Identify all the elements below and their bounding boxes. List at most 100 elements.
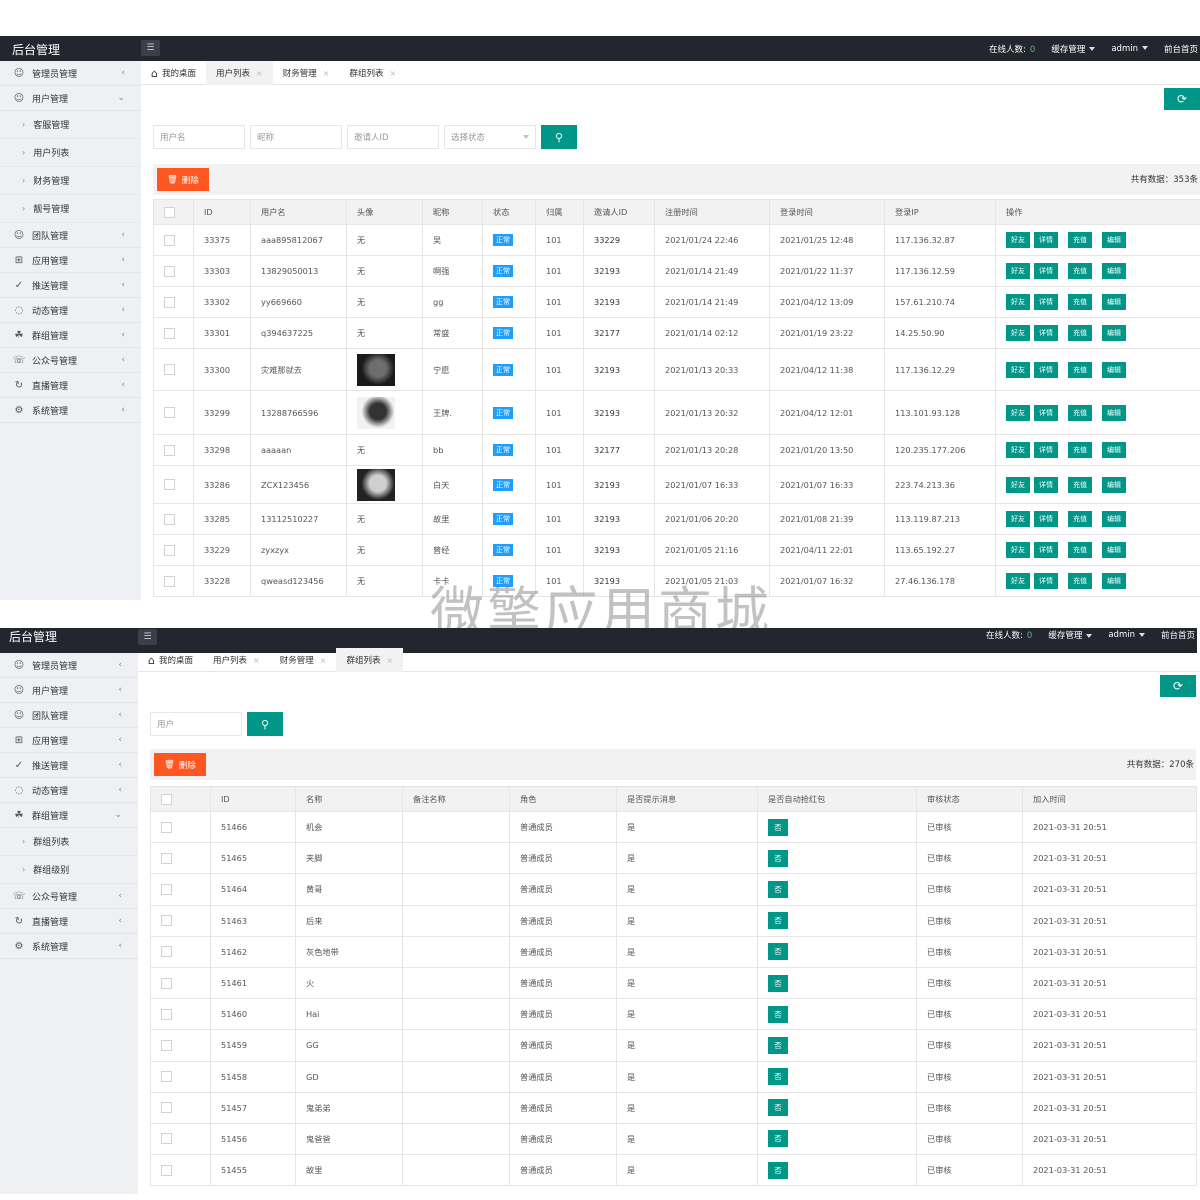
- select-all-checkbox[interactable]: [161, 793, 172, 805]
- select-all-checkbox[interactable]: [164, 206, 175, 218]
- auto-redpacket-badge[interactable]: 否: [768, 943, 788, 961]
- sidebar-item[interactable]: ☺ 用户管理 ⌄: [0, 86, 141, 111]
- recharge-button[interactable]: 充值: [1068, 232, 1092, 248]
- delete-button[interactable]: 🗑 删除: [154, 753, 206, 776]
- sidebar-item[interactable]: ↻ 直播管理 ‹: [0, 909, 138, 934]
- auto-redpacket-badge[interactable]: 否: [768, 1161, 788, 1179]
- search-button[interactable]: ⚲: [541, 125, 577, 149]
- sidebar-item[interactable]: ⚙ 系统管理 ‹: [0, 398, 141, 423]
- row-checkbox[interactable]: [161, 883, 172, 895]
- frontend-link[interactable]: 前台首页: [1161, 629, 1195, 641]
- status-select[interactable]: 选择状态: [444, 125, 536, 149]
- sidebar-item[interactable]: ☺ 管理员管理 ‹: [0, 653, 138, 678]
- sidebar-item[interactable]: ⊞ 应用管理 ‹: [0, 728, 138, 753]
- row-checkbox[interactable]: [161, 946, 172, 958]
- auto-redpacket-badge[interactable]: 否: [768, 818, 788, 836]
- tab[interactable]: 用户列表 ×: [206, 61, 273, 85]
- detail-button[interactable]: 详情: [1034, 325, 1058, 341]
- refresh-button[interactable]: ⟳: [1160, 675, 1196, 697]
- edit-button[interactable]: 编辑: [1102, 232, 1126, 248]
- row-checkbox[interactable]: [164, 479, 175, 490]
- tab[interactable]: 财务管理 ×: [270, 648, 337, 672]
- friend-button[interactable]: 好友: [1006, 404, 1030, 421]
- nickname-input[interactable]: 昵称: [250, 125, 342, 149]
- row-checkbox[interactable]: [164, 265, 175, 277]
- edit-button[interactable]: 编辑: [1102, 511, 1126, 527]
- sidebar-item[interactable]: ☘ 群组管理 ‹: [0, 323, 141, 348]
- recharge-button[interactable]: 充值: [1068, 325, 1092, 341]
- close-icon[interactable]: ×: [320, 656, 327, 665]
- auto-redpacket-badge[interactable]: 否: [768, 1099, 788, 1117]
- frontend-link[interactable]: 前台首页: [1164, 43, 1198, 55]
- recharge-button[interactable]: 充值: [1068, 294, 1092, 310]
- recharge-button[interactable]: 充值: [1068, 361, 1092, 378]
- row-checkbox[interactable]: [164, 364, 175, 375]
- sidebar-item[interactable]: ☺ 管理员管理 ‹: [0, 61, 141, 86]
- friend-button[interactable]: 好友: [1006, 294, 1030, 310]
- row-checkbox[interactable]: [161, 1133, 172, 1145]
- sidebar-subitem[interactable]: › 用户列表: [0, 139, 141, 167]
- inviter-id-input[interactable]: 邀请人ID: [347, 125, 439, 149]
- auto-redpacket-badge[interactable]: 否: [768, 1005, 788, 1023]
- row-checkbox[interactable]: [164, 544, 175, 556]
- search-button[interactable]: ⚲: [247, 712, 283, 736]
- tab[interactable]: ⌂ 我的桌面: [138, 648, 203, 672]
- username-input[interactable]: 用户名: [153, 125, 245, 149]
- sidebar-item[interactable]: ☏ 公众号管理 ‹: [0, 884, 138, 909]
- admin-menu[interactable]: admin: [1111, 44, 1148, 54]
- recharge-button[interactable]: 充值: [1068, 263, 1092, 279]
- menu-toggle-icon[interactable]: ☰: [141, 40, 160, 56]
- detail-button[interactable]: 详情: [1034, 573, 1058, 589]
- friend-button[interactable]: 好友: [1006, 573, 1030, 589]
- friend-button[interactable]: 好友: [1006, 442, 1030, 458]
- row-checkbox[interactable]: [164, 444, 175, 456]
- row-checkbox[interactable]: [161, 1071, 172, 1083]
- sidebar-item[interactable]: ◌ 动态管理 ‹: [0, 778, 138, 803]
- friend-button[interactable]: 好友: [1006, 232, 1030, 248]
- recharge-button[interactable]: 充值: [1068, 511, 1092, 527]
- friend-button[interactable]: 好友: [1006, 263, 1030, 279]
- close-icon[interactable]: ×: [389, 69, 396, 78]
- auto-redpacket-badge[interactable]: 否: [768, 849, 788, 867]
- edit-button[interactable]: 编辑: [1102, 442, 1126, 458]
- sidebar-item[interactable]: ☏ 公众号管理 ‹: [0, 348, 141, 373]
- sidebar-item[interactable]: ☺ 用户管理 ‹: [0, 678, 138, 703]
- auto-redpacket-badge[interactable]: 否: [768, 1068, 788, 1086]
- row-checkbox[interactable]: [164, 575, 175, 587]
- row-checkbox[interactable]: [164, 296, 175, 308]
- row-checkbox[interactable]: [161, 977, 172, 989]
- sidebar-item[interactable]: ⊞ 应用管理 ‹: [0, 248, 141, 273]
- row-checkbox[interactable]: [161, 1102, 172, 1114]
- tab[interactable]: 财务管理 ×: [273, 61, 340, 85]
- close-icon[interactable]: ×: [253, 656, 260, 665]
- row-checkbox[interactable]: [161, 852, 172, 864]
- detail-button[interactable]: 详情: [1034, 294, 1058, 310]
- close-icon[interactable]: ×: [386, 656, 393, 665]
- sidebar-item[interactable]: ◌ 动态管理 ‹: [0, 298, 141, 323]
- recharge-button[interactable]: 充值: [1068, 476, 1092, 493]
- friend-button[interactable]: 好友: [1006, 511, 1030, 527]
- sidebar-item[interactable]: ☺ 团队管理 ‹: [0, 223, 141, 248]
- sidebar-item[interactable]: ↻ 直播管理 ‹: [0, 373, 141, 398]
- detail-button[interactable]: 详情: [1034, 263, 1058, 279]
- row-checkbox[interactable]: [161, 1039, 172, 1051]
- tab[interactable]: 群组列表 ×: [339, 61, 406, 85]
- sidebar-item[interactable]: ☺ 团队管理 ‹: [0, 703, 138, 728]
- edit-button[interactable]: 编辑: [1102, 294, 1126, 310]
- detail-button[interactable]: 详情: [1034, 361, 1058, 378]
- recharge-button[interactable]: 充值: [1068, 404, 1092, 421]
- sidebar-subitem[interactable]: › 靓号管理: [0, 195, 141, 223]
- edit-button[interactable]: 编辑: [1102, 404, 1126, 421]
- tab[interactable]: ⌂ 我的桌面: [141, 61, 206, 85]
- friend-button[interactable]: 好友: [1006, 325, 1030, 341]
- row-checkbox[interactable]: [161, 915, 172, 927]
- auto-redpacket-badge[interactable]: 否: [768, 912, 788, 930]
- edit-button[interactable]: 编辑: [1102, 542, 1126, 558]
- row-checkbox[interactable]: [161, 1008, 172, 1020]
- recharge-button[interactable]: 充值: [1068, 542, 1092, 558]
- tab[interactable]: 群组列表 ×: [336, 648, 404, 672]
- row-checkbox[interactable]: [164, 327, 175, 339]
- sidebar-item[interactable]: ✓ 推送管理 ‹: [0, 273, 141, 298]
- friend-button[interactable]: 好友: [1006, 542, 1030, 558]
- edit-button[interactable]: 编辑: [1102, 263, 1126, 279]
